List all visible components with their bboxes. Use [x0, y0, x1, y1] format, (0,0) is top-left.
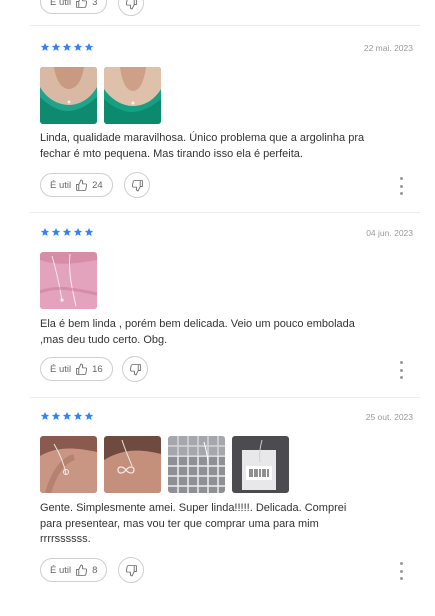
review-text-line: Gente. Simplesmente amei. Super linda!!!…: [40, 502, 347, 514]
helpful-button[interactable]: É util 8: [40, 558, 108, 582]
review-photo[interactable]: [104, 436, 161, 493]
star-icon: [40, 42, 50, 51]
more-vertical-icon[interactable]: [396, 562, 406, 580]
photo-necklace-pink-background: [40, 252, 97, 309]
not-helpful-button[interactable]: [124, 172, 150, 198]
helpful-label: É util: [50, 179, 72, 191]
rating-stars: [40, 42, 94, 52]
rating-stars: [40, 227, 94, 237]
star-icon: [51, 227, 61, 236]
review-photo[interactable]: [232, 436, 289, 493]
photo-necklace-hand-infinity: [104, 436, 161, 493]
review-text-line: Ela é bem linda , porém bem delicada. Ve…: [40, 318, 355, 330]
star-icon: [40, 227, 50, 236]
helpful-label: É util: [50, 363, 72, 375]
thumb-up-icon: [76, 363, 88, 375]
more-vertical-icon[interactable]: [396, 177, 406, 195]
helpful-label: É util: [50, 0, 72, 8]
star-icon: [62, 411, 72, 420]
review-date: 22 mai. 2023: [363, 43, 413, 53]
review-text-line: para presentear, mas vou ter que comprar…: [40, 517, 319, 530]
star-icon: [84, 411, 94, 420]
helpful-count: 16: [92, 363, 103, 375]
review-text: Gente. Simplesmente amei. Super linda!!!…: [40, 501, 415, 548]
divider: [30, 212, 420, 213]
thumb-down-icon: [129, 363, 141, 375]
review-photo[interactable]: [40, 436, 97, 493]
review-text-line: Linda, qualidade maravilhosa. Único prob…: [40, 132, 365, 144]
review-text: Ela é bem linda , porém bem delicada. Ve…: [40, 317, 415, 348]
divider: [30, 25, 420, 26]
photo-necklace-hand: [40, 436, 97, 493]
star-icon: [51, 411, 61, 420]
star-icon: [62, 42, 72, 51]
rating-stars: [40, 411, 94, 421]
thumb-up-icon: [76, 0, 88, 8]
photo-necklace-green-shirt: [40, 67, 97, 124]
review-text-line: fechar é mto pequena. Mas tirando isso e…: [40, 147, 303, 160]
helpful-count: 3: [92, 0, 98, 8]
helpful-button[interactable]: É util 16: [40, 357, 113, 381]
divider: [30, 397, 420, 398]
review-photo[interactable]: [40, 252, 97, 309]
not-helpful-button[interactable]: [122, 356, 148, 382]
more-vertical-icon[interactable]: [396, 361, 406, 379]
star-icon: [62, 227, 72, 236]
review-text-line: rrrrssssss.: [40, 533, 91, 545]
review-photo[interactable]: [40, 67, 97, 124]
not-helpful-button[interactable]: [118, 557, 144, 583]
star-icon: [73, 42, 83, 51]
star-icon: [73, 227, 83, 236]
photo-product-package: [232, 436, 289, 493]
helpful-button[interactable]: É util 24: [40, 173, 113, 197]
review-text: Linda, qualidade maravilhosa. Único prob…: [40, 131, 415, 162]
photo-necklace-grid-cloth: [168, 436, 225, 493]
star-icon: [40, 411, 50, 420]
thumb-down-icon: [125, 564, 137, 576]
not-helpful-button-top[interactable]: [118, 0, 144, 16]
review-photo[interactable]: [104, 67, 161, 124]
star-icon: [51, 42, 61, 51]
thumb-down-icon: [131, 179, 143, 191]
review-text-line: ,mas deu tudo certo. Obg.: [40, 333, 168, 346]
review-date: 25 out. 2023: [365, 412, 413, 422]
thumb-up-icon: [76, 564, 88, 576]
star-icon: [84, 227, 94, 236]
thumb-up-icon: [76, 179, 88, 191]
helpful-label: É util: [50, 564, 72, 576]
review-date: 04 jun. 2023: [366, 228, 413, 238]
helpful-count: 24: [92, 179, 103, 191]
thumb-down-icon: [125, 0, 137, 9]
star-icon: [73, 411, 83, 420]
helpful-button-top[interactable]: É util 3: [40, 0, 108, 14]
photo-necklace-green-shirt: [104, 67, 161, 124]
star-icon: [84, 42, 94, 51]
helpful-count: 8: [92, 564, 98, 576]
review-photo[interactable]: [168, 436, 225, 493]
